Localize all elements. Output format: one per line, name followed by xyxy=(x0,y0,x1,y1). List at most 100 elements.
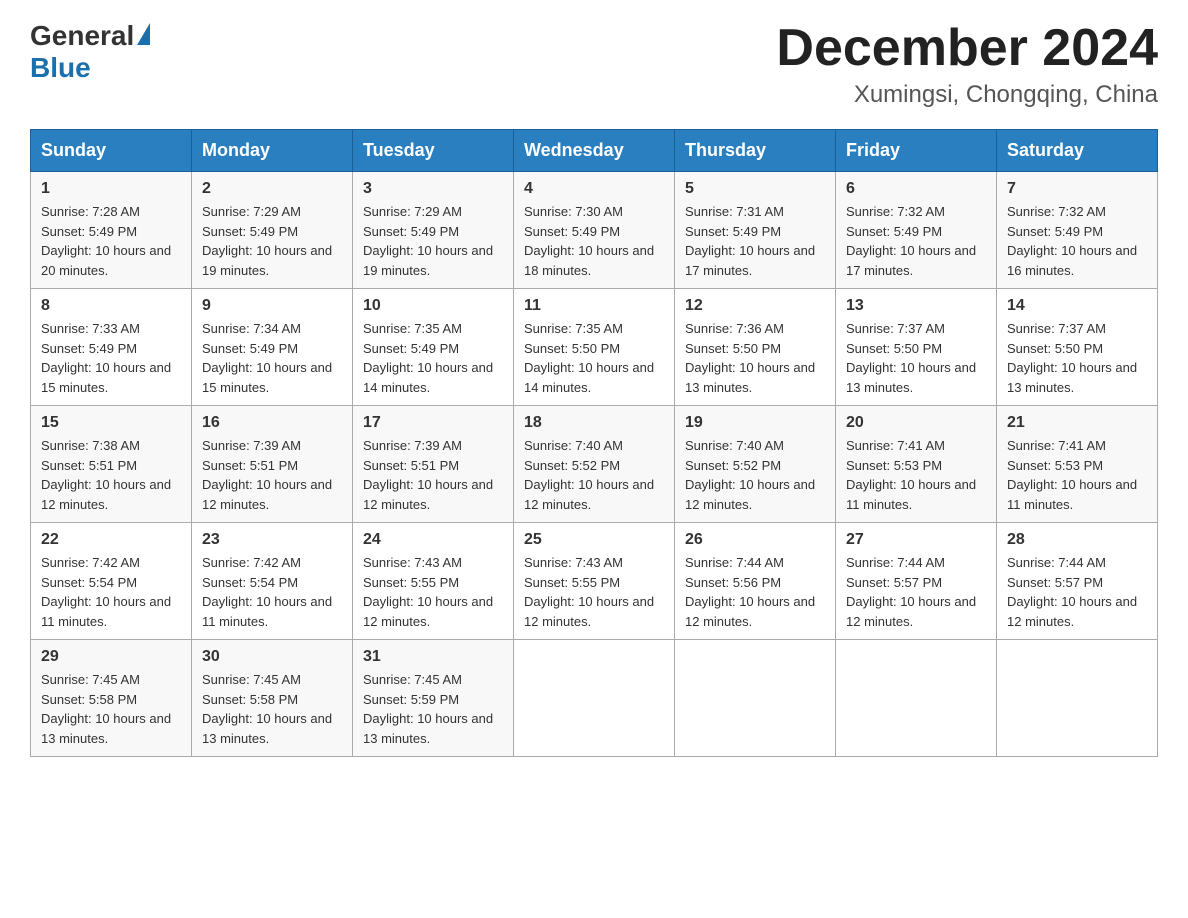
logo: General Blue xyxy=(30,20,153,84)
day-info: Sunrise: 7:39 AMSunset: 5:51 PMDaylight:… xyxy=(363,438,493,512)
table-row: 15 Sunrise: 7:38 AMSunset: 5:51 PMDaylig… xyxy=(31,406,192,523)
day-info: Sunrise: 7:35 AMSunset: 5:49 PMDaylight:… xyxy=(363,321,493,395)
day-info: Sunrise: 7:30 AMSunset: 5:49 PMDaylight:… xyxy=(524,204,654,278)
location-title: Xumingsi, Chongqing, China xyxy=(776,81,1158,109)
table-row xyxy=(997,640,1158,757)
day-info: Sunrise: 7:44 AMSunset: 5:56 PMDaylight:… xyxy=(685,555,815,629)
day-info: Sunrise: 7:34 AMSunset: 5:49 PMDaylight:… xyxy=(202,321,332,395)
day-number: 3 xyxy=(363,180,503,198)
header-saturday: Saturday xyxy=(997,130,1158,172)
day-number: 17 xyxy=(363,414,503,432)
day-number: 20 xyxy=(846,414,986,432)
day-number: 21 xyxy=(1007,414,1147,432)
header-sunday: Sunday xyxy=(31,130,192,172)
day-info: Sunrise: 7:33 AMSunset: 5:49 PMDaylight:… xyxy=(41,321,171,395)
table-row: 6 Sunrise: 7:32 AMSunset: 5:49 PMDayligh… xyxy=(836,172,997,289)
table-row: 29 Sunrise: 7:45 AMSunset: 5:58 PMDaylig… xyxy=(31,640,192,757)
day-info: Sunrise: 7:38 AMSunset: 5:51 PMDaylight:… xyxy=(41,438,171,512)
table-row xyxy=(836,640,997,757)
day-number: 6 xyxy=(846,180,986,198)
table-row: 26 Sunrise: 7:44 AMSunset: 5:56 PMDaylig… xyxy=(675,523,836,640)
day-info: Sunrise: 7:32 AMSunset: 5:49 PMDaylight:… xyxy=(846,204,976,278)
header-tuesday: Tuesday xyxy=(353,130,514,172)
table-row: 12 Sunrise: 7:36 AMSunset: 5:50 PMDaylig… xyxy=(675,289,836,406)
title-block: December 2024 Xumingsi, Chongqing, China xyxy=(776,20,1158,109)
day-info: Sunrise: 7:45 AMSunset: 5:58 PMDaylight:… xyxy=(41,672,171,746)
table-row: 18 Sunrise: 7:40 AMSunset: 5:52 PMDaylig… xyxy=(514,406,675,523)
day-info: Sunrise: 7:40 AMSunset: 5:52 PMDaylight:… xyxy=(524,438,654,512)
day-info: Sunrise: 7:32 AMSunset: 5:49 PMDaylight:… xyxy=(1007,204,1137,278)
day-number: 2 xyxy=(202,180,342,198)
day-number: 23 xyxy=(202,531,342,549)
table-row: 30 Sunrise: 7:45 AMSunset: 5:58 PMDaylig… xyxy=(192,640,353,757)
table-row: 17 Sunrise: 7:39 AMSunset: 5:51 PMDaylig… xyxy=(353,406,514,523)
day-info: Sunrise: 7:39 AMSunset: 5:51 PMDaylight:… xyxy=(202,438,332,512)
day-info: Sunrise: 7:43 AMSunset: 5:55 PMDaylight:… xyxy=(524,555,654,629)
day-info: Sunrise: 7:28 AMSunset: 5:49 PMDaylight:… xyxy=(41,204,171,278)
day-info: Sunrise: 7:36 AMSunset: 5:50 PMDaylight:… xyxy=(685,321,815,395)
table-row: 9 Sunrise: 7:34 AMSunset: 5:49 PMDayligh… xyxy=(192,289,353,406)
day-info: Sunrise: 7:43 AMSunset: 5:55 PMDaylight:… xyxy=(363,555,493,629)
day-number: 7 xyxy=(1007,180,1147,198)
day-number: 31 xyxy=(363,648,503,666)
day-info: Sunrise: 7:44 AMSunset: 5:57 PMDaylight:… xyxy=(846,555,976,629)
table-row: 21 Sunrise: 7:41 AMSunset: 5:53 PMDaylig… xyxy=(997,406,1158,523)
day-number: 30 xyxy=(202,648,342,666)
page-header: General Blue December 2024 Xumingsi, Cho… xyxy=(30,20,1158,109)
day-number: 27 xyxy=(846,531,986,549)
table-row: 19 Sunrise: 7:40 AMSunset: 5:52 PMDaylig… xyxy=(675,406,836,523)
calendar-table: Sunday Monday Tuesday Wednesday Thursday… xyxy=(30,129,1158,757)
day-number: 9 xyxy=(202,297,342,315)
logo-triangle-icon xyxy=(137,23,150,45)
table-row: 2 Sunrise: 7:29 AMSunset: 5:49 PMDayligh… xyxy=(192,172,353,289)
day-number: 29 xyxy=(41,648,181,666)
table-row: 3 Sunrise: 7:29 AMSunset: 5:49 PMDayligh… xyxy=(353,172,514,289)
table-row: 13 Sunrise: 7:37 AMSunset: 5:50 PMDaylig… xyxy=(836,289,997,406)
table-row: 10 Sunrise: 7:35 AMSunset: 5:49 PMDaylig… xyxy=(353,289,514,406)
day-number: 12 xyxy=(685,297,825,315)
day-info: Sunrise: 7:37 AMSunset: 5:50 PMDaylight:… xyxy=(846,321,976,395)
table-row: 1 Sunrise: 7:28 AMSunset: 5:49 PMDayligh… xyxy=(31,172,192,289)
table-row: 16 Sunrise: 7:39 AMSunset: 5:51 PMDaylig… xyxy=(192,406,353,523)
table-row: 27 Sunrise: 7:44 AMSunset: 5:57 PMDaylig… xyxy=(836,523,997,640)
table-row: 31 Sunrise: 7:45 AMSunset: 5:59 PMDaylig… xyxy=(353,640,514,757)
day-number: 4 xyxy=(524,180,664,198)
table-row: 7 Sunrise: 7:32 AMSunset: 5:49 PMDayligh… xyxy=(997,172,1158,289)
header-thursday: Thursday xyxy=(675,130,836,172)
day-info: Sunrise: 7:41 AMSunset: 5:53 PMDaylight:… xyxy=(1007,438,1137,512)
day-number: 22 xyxy=(41,531,181,549)
table-row: 11 Sunrise: 7:35 AMSunset: 5:50 PMDaylig… xyxy=(514,289,675,406)
header-monday: Monday xyxy=(192,130,353,172)
day-info: Sunrise: 7:45 AMSunset: 5:58 PMDaylight:… xyxy=(202,672,332,746)
day-number: 13 xyxy=(846,297,986,315)
table-row: 25 Sunrise: 7:43 AMSunset: 5:55 PMDaylig… xyxy=(514,523,675,640)
day-number: 16 xyxy=(202,414,342,432)
day-info: Sunrise: 7:29 AMSunset: 5:49 PMDaylight:… xyxy=(202,204,332,278)
day-info: Sunrise: 7:42 AMSunset: 5:54 PMDaylight:… xyxy=(202,555,332,629)
table-row xyxy=(675,640,836,757)
day-info: Sunrise: 7:37 AMSunset: 5:50 PMDaylight:… xyxy=(1007,321,1137,395)
day-number: 10 xyxy=(363,297,503,315)
table-row: 22 Sunrise: 7:42 AMSunset: 5:54 PMDaylig… xyxy=(31,523,192,640)
day-info: Sunrise: 7:45 AMSunset: 5:59 PMDaylight:… xyxy=(363,672,493,746)
day-number: 1 xyxy=(41,180,181,198)
day-number: 19 xyxy=(685,414,825,432)
month-title: December 2024 xyxy=(776,20,1158,77)
day-number: 26 xyxy=(685,531,825,549)
table-row: 4 Sunrise: 7:30 AMSunset: 5:49 PMDayligh… xyxy=(514,172,675,289)
table-row: 23 Sunrise: 7:42 AMSunset: 5:54 PMDaylig… xyxy=(192,523,353,640)
day-number: 5 xyxy=(685,180,825,198)
calendar-body: 1 Sunrise: 7:28 AMSunset: 5:49 PMDayligh… xyxy=(31,172,1158,757)
logo-blue-text: Blue xyxy=(30,52,91,83)
day-number: 14 xyxy=(1007,297,1147,315)
day-number: 24 xyxy=(363,531,503,549)
day-info: Sunrise: 7:31 AMSunset: 5:49 PMDaylight:… xyxy=(685,204,815,278)
table-row: 14 Sunrise: 7:37 AMSunset: 5:50 PMDaylig… xyxy=(997,289,1158,406)
day-info: Sunrise: 7:40 AMSunset: 5:52 PMDaylight:… xyxy=(685,438,815,512)
day-info: Sunrise: 7:29 AMSunset: 5:49 PMDaylight:… xyxy=(363,204,493,278)
table-row: 5 Sunrise: 7:31 AMSunset: 5:49 PMDayligh… xyxy=(675,172,836,289)
day-number: 11 xyxy=(524,297,664,315)
table-row xyxy=(514,640,675,757)
table-row: 24 Sunrise: 7:43 AMSunset: 5:55 PMDaylig… xyxy=(353,523,514,640)
table-row: 20 Sunrise: 7:41 AMSunset: 5:53 PMDaylig… xyxy=(836,406,997,523)
